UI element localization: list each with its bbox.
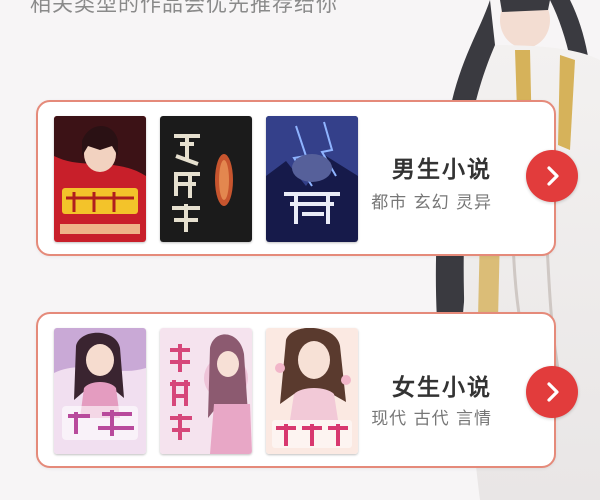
cover-art-leiwu [266, 116, 358, 242]
next-arrow-button[interactable] [526, 150, 578, 202]
book-cover[interactable] [54, 116, 146, 242]
male-novels-card[interactable]: 男生小说 都市 玄幻 灵异 [36, 100, 578, 256]
category-tags: 都市 玄幻 灵异 [371, 193, 492, 213]
book-cover[interactable] [160, 328, 252, 454]
female-novels-card[interactable]: 女生小说 现代 古代 言情 [36, 312, 578, 468]
cover-art-fengshen [54, 116, 146, 242]
category-title: 男生小说 [392, 157, 492, 183]
category-selection-screen: 相关类型的作品会优先推荐给你 男生小说 都市 玄幻 灵异 女生小说 现代 古代 … [0, 0, 600, 500]
category-tags: 现代 古代 言情 [371, 409, 492, 429]
next-arrow-button[interactable] [526, 366, 578, 418]
cover-art-shenyi [160, 328, 252, 454]
page-subtitle: 相关类型的作品会优先推荐给你 [30, 0, 338, 16]
category-title: 女生小说 [392, 375, 492, 401]
book-cover[interactable] [266, 328, 358, 454]
chevron-right-icon [547, 382, 559, 402]
chevron-right-icon [547, 166, 559, 186]
book-cover[interactable] [160, 116, 252, 242]
book-cover[interactable] [54, 328, 146, 454]
cover-art-zongcai [54, 328, 146, 454]
book-cover[interactable] [266, 116, 358, 242]
cover-art-xiaohua [266, 328, 358, 454]
cover-art-wenyinshi [160, 116, 252, 242]
